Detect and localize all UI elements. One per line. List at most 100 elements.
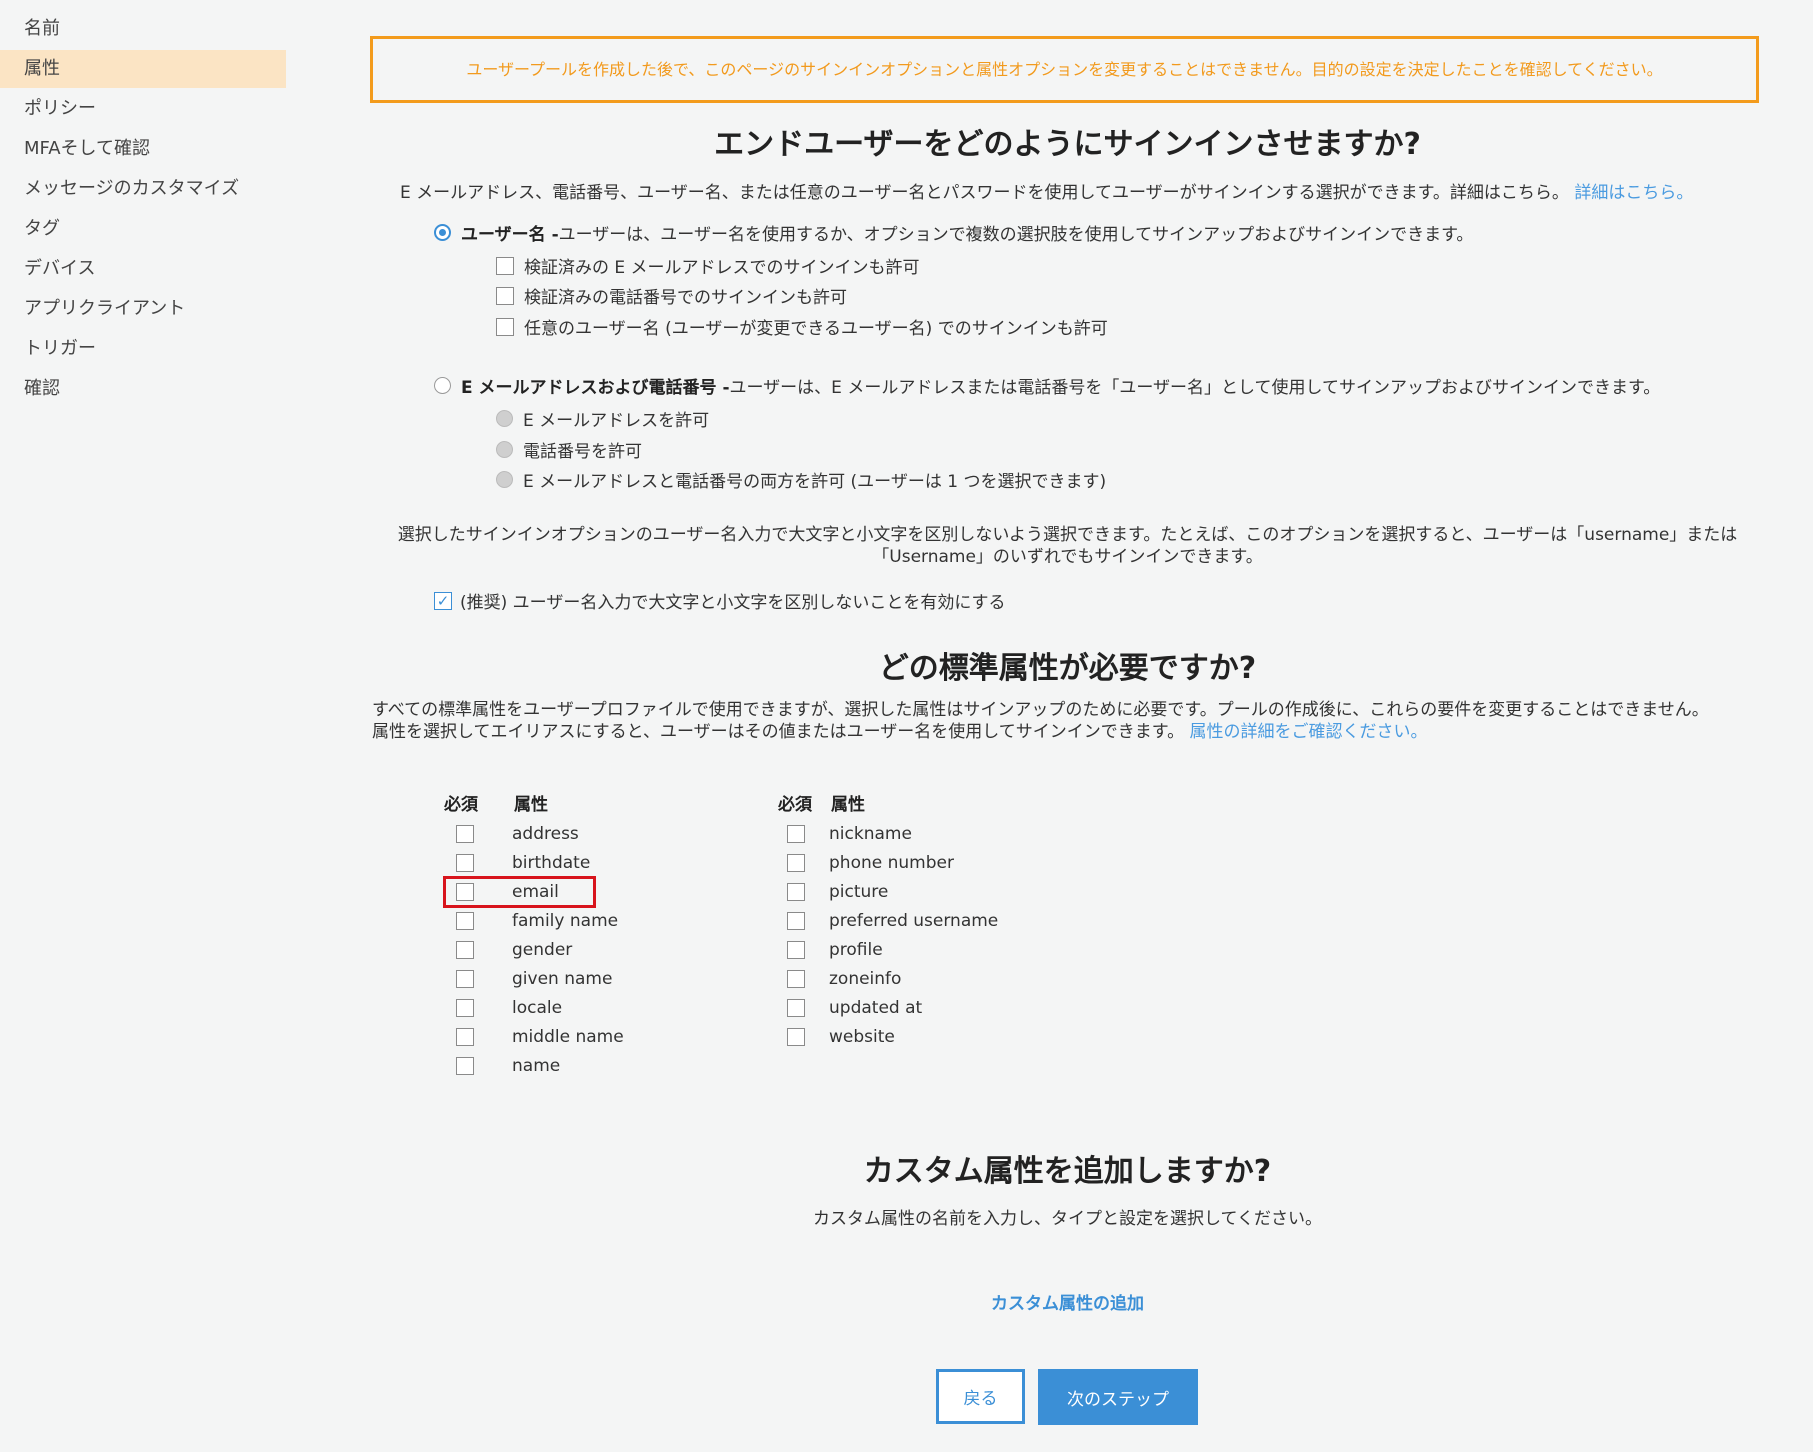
attr-row-gender[interactable]: gender [450, 935, 572, 964]
attr-name-given-name: given name [512, 968, 613, 989]
checkbox-required-zoneinfo[interactable] [787, 969, 805, 988]
checkbox-required-gender[interactable] [456, 940, 474, 959]
signin-intro-text: E メールアドレス、電話番号、ユーザー名、または任意のユーザー名とパスワードを使… [400, 183, 1569, 203]
custom-attributes-heading: カスタム属性を追加しますか? [863, 1154, 1272, 1189]
sidebar-item-name[interactable]: 名前 [0, 10, 286, 48]
add-custom-attribute-link[interactable]: カスタム属性の追加 [370, 1289, 1765, 1314]
attr-row-middle-name[interactable]: middle name [450, 1022, 624, 1051]
email-highlight-box [443, 876, 596, 908]
custom-attributes-desc: カスタム属性の名前を入力し、タイプと設定を選択してください。 [813, 1209, 1322, 1229]
signin-heading: エンドユーザーをどのようにサインインさせますか? [714, 127, 1421, 162]
checkbox-required-given-name[interactable] [456, 969, 474, 988]
radio-allow-phone-row: 電話番号を許可 [496, 437, 642, 462]
attr-row-address[interactable]: address [450, 819, 579, 848]
attr-name-updated-at: updated at [829, 997, 923, 1018]
attr-row-updated-at[interactable]: updated at [781, 993, 922, 1022]
sidebar-nav: 名前 属性 ポリシー MFAそして確認 メッセージのカスタマイズ タグ デバイス… [0, 10, 286, 410]
sidebar-item-message-customization[interactable]: メッセージのカスタマイズ [0, 170, 286, 208]
checkbox-allow-email-row[interactable]: 検証済みの E メールアドレスでのサインインも許可 [496, 253, 920, 278]
case-insensitive-label: (推奨) ユーザー名入力で大文字と小文字を区別しないことを有効にする [460, 593, 1006, 613]
attr-name-address: address [512, 823, 579, 844]
checkbox-required-middle-name[interactable] [456, 1027, 474, 1046]
checkbox-allow-phone-row[interactable]: 検証済みの電話番号でのサインインも許可 [496, 283, 847, 308]
checkbox-required-preferred-username[interactable] [787, 911, 805, 930]
attr-name-family-name: family name [512, 910, 619, 931]
attr-row-website[interactable]: website [781, 1022, 895, 1051]
attributes-learn-more-link[interactable]: 属性の詳細をご確認ください。 [1190, 722, 1428, 742]
checkbox-allow-preferred-row[interactable]: 任意のユーザー名 (ユーザーが変更できるユーザー名) でのサインインも許可 [496, 314, 1108, 339]
radio-email-phone-option[interactable]: E メールアドレスおよび電話番号 - ユーザーは、E メールアドレスまたは電話番… [434, 373, 1660, 398]
checkbox-case-insensitive[interactable]: ✓ [434, 591, 452, 610]
checkbox-required-birthdate[interactable] [456, 853, 474, 872]
radio-username-desc: ユーザーは、ユーザー名を使用するか、オプションで複数の選択肢を使用してサインアッ… [558, 225, 1474, 245]
back-button[interactable]: 戻る [936, 1369, 1025, 1424]
radio-email-phone[interactable] [434, 377, 451, 394]
warning-banner: ユーザープールを作成した後で、このページのサインインオプションと属性オプションを… [370, 36, 1759, 103]
radio-username[interactable] [434, 224, 451, 241]
attr-row-given-name[interactable]: given name [450, 964, 612, 993]
checkbox-required-phone-number[interactable] [787, 853, 805, 872]
case-insensitive-row[interactable]: ✓ (推奨) ユーザー名入力で大文字と小文字を区別しないことを有効にする [434, 588, 1006, 613]
sidebar-item-mfa[interactable]: MFAそして確認 [0, 130, 286, 168]
signin-learn-more-link[interactable]: 詳細はこちら。 [1574, 183, 1693, 203]
checkbox-allow-email[interactable] [496, 256, 514, 275]
radio-allow-phone-label: 電話番号を許可 [523, 442, 642, 462]
attr-row-locale[interactable]: locale [450, 993, 562, 1022]
sidebar-item-review[interactable]: 確認 [0, 370, 286, 408]
next-step-button[interactable]: 次のステップ [1038, 1369, 1198, 1425]
sidebar-item-tags[interactable]: タグ [0, 210, 286, 248]
attr-row-picture[interactable]: picture [781, 877, 888, 906]
sidebar-item-triggers[interactable]: トリガー [0, 330, 286, 368]
case-note-line1: 選択したサインインオプションのユーザー名入力で大文字と小文字を区別しないよう選択… [397, 525, 1738, 545]
radio-allow-phone[interactable] [496, 441, 513, 458]
col-attribute-left: 属性 [514, 795, 548, 815]
checkbox-required-family-name[interactable] [456, 911, 474, 930]
radio-username-option[interactable]: ユーザー名 - ユーザーは、ユーザー名を使用するか、オプションで複数の選択肢を使… [434, 220, 1473, 245]
radio-allow-both-row: E メールアドレスと電話番号の両方を許可 (ユーザーは 1 つを選択できます) [496, 467, 1106, 492]
sidebar-item-policies[interactable]: ポリシー [0, 90, 286, 128]
sidebar-item-attributes[interactable]: 属性 [0, 50, 286, 88]
col-attribute-right: 属性 [831, 795, 865, 815]
checkbox-allow-phone[interactable] [496, 286, 514, 305]
checkbox-required-nickname[interactable] [787, 824, 805, 843]
attr-row-family-name[interactable]: family name [450, 906, 618, 935]
sidebar-item-devices[interactable]: デバイス [0, 250, 286, 288]
attr-row-birthdate[interactable]: birthdate [450, 848, 590, 877]
checkbox-required-address[interactable] [456, 824, 474, 843]
radio-allow-email[interactable] [496, 410, 513, 427]
radio-username-title: ユーザー名 - [461, 225, 559, 245]
attr-name-preferred-username: preferred username [829, 910, 999, 931]
checkbox-allow-preferred-label: 任意のユーザー名 (ユーザーが変更できるユーザー名) でのサインインも許可 [524, 319, 1108, 339]
checkbox-required-name[interactable] [456, 1056, 474, 1075]
radio-allow-both[interactable] [496, 471, 513, 488]
checkbox-allow-preferred-username[interactable] [496, 317, 514, 336]
checkbox-allow-email-label: 検証済みの E メールアドレスでのサインインも許可 [524, 258, 920, 278]
checkbox-required-updated-at[interactable] [787, 998, 805, 1017]
sidebar-item-app-clients[interactable]: アプリクライアント [0, 290, 286, 328]
attr-row-nickname[interactable]: nickname [781, 819, 912, 848]
attr-name-middle-name: middle name [512, 1026, 624, 1047]
radio-allow-email-label: E メールアドレスを許可 [523, 411, 710, 431]
col-required-left: 必須 [444, 795, 478, 815]
attr-row-profile[interactable]: profile [781, 935, 883, 964]
attr-row-name[interactable]: name [450, 1051, 560, 1080]
attr-name-birthdate: birthdate [512, 852, 591, 873]
case-note-line2: 「Username」のいずれでもサインインできます。 [872, 547, 1263, 567]
attr-row-preferred-username[interactable]: preferred username [781, 906, 998, 935]
radio-email-phone-title: E メールアドレスおよび電話番号 - [461, 378, 730, 398]
col-required-right: 必須 [778, 795, 812, 815]
attributes-desc-line1: すべての標準属性をユーザープロファイルで使用できますが、選択した属性はサインアッ… [372, 700, 1709, 720]
attr-row-phone-number[interactable]: phone number [781, 848, 954, 877]
radio-allow-email-row: E メールアドレスを許可 [496, 406, 709, 431]
attr-name-gender: gender [512, 939, 573, 960]
attr-name-phone-number: phone number [829, 852, 954, 873]
checkbox-required-picture[interactable] [787, 882, 805, 901]
checkbox-required-profile[interactable] [787, 940, 805, 959]
attr-name-website: website [829, 1026, 895, 1047]
attr-row-zoneinfo[interactable]: zoneinfo [781, 964, 901, 993]
checkbox-required-locale[interactable] [456, 998, 474, 1017]
checkbox-required-website[interactable] [787, 1027, 805, 1046]
attributes-desc-line2-text: 属性を選択してエイリアスにすると、ユーザーはその値またはユーザー名を使用してサイ… [372, 722, 1185, 742]
attributes-desc-line2: 属性を選択してエイリアスにすると、ユーザーはその値またはユーザー名を使用してサイ… [372, 721, 1709, 743]
checkbox-allow-phone-label: 検証済みの電話番号でのサインインも許可 [524, 288, 847, 308]
